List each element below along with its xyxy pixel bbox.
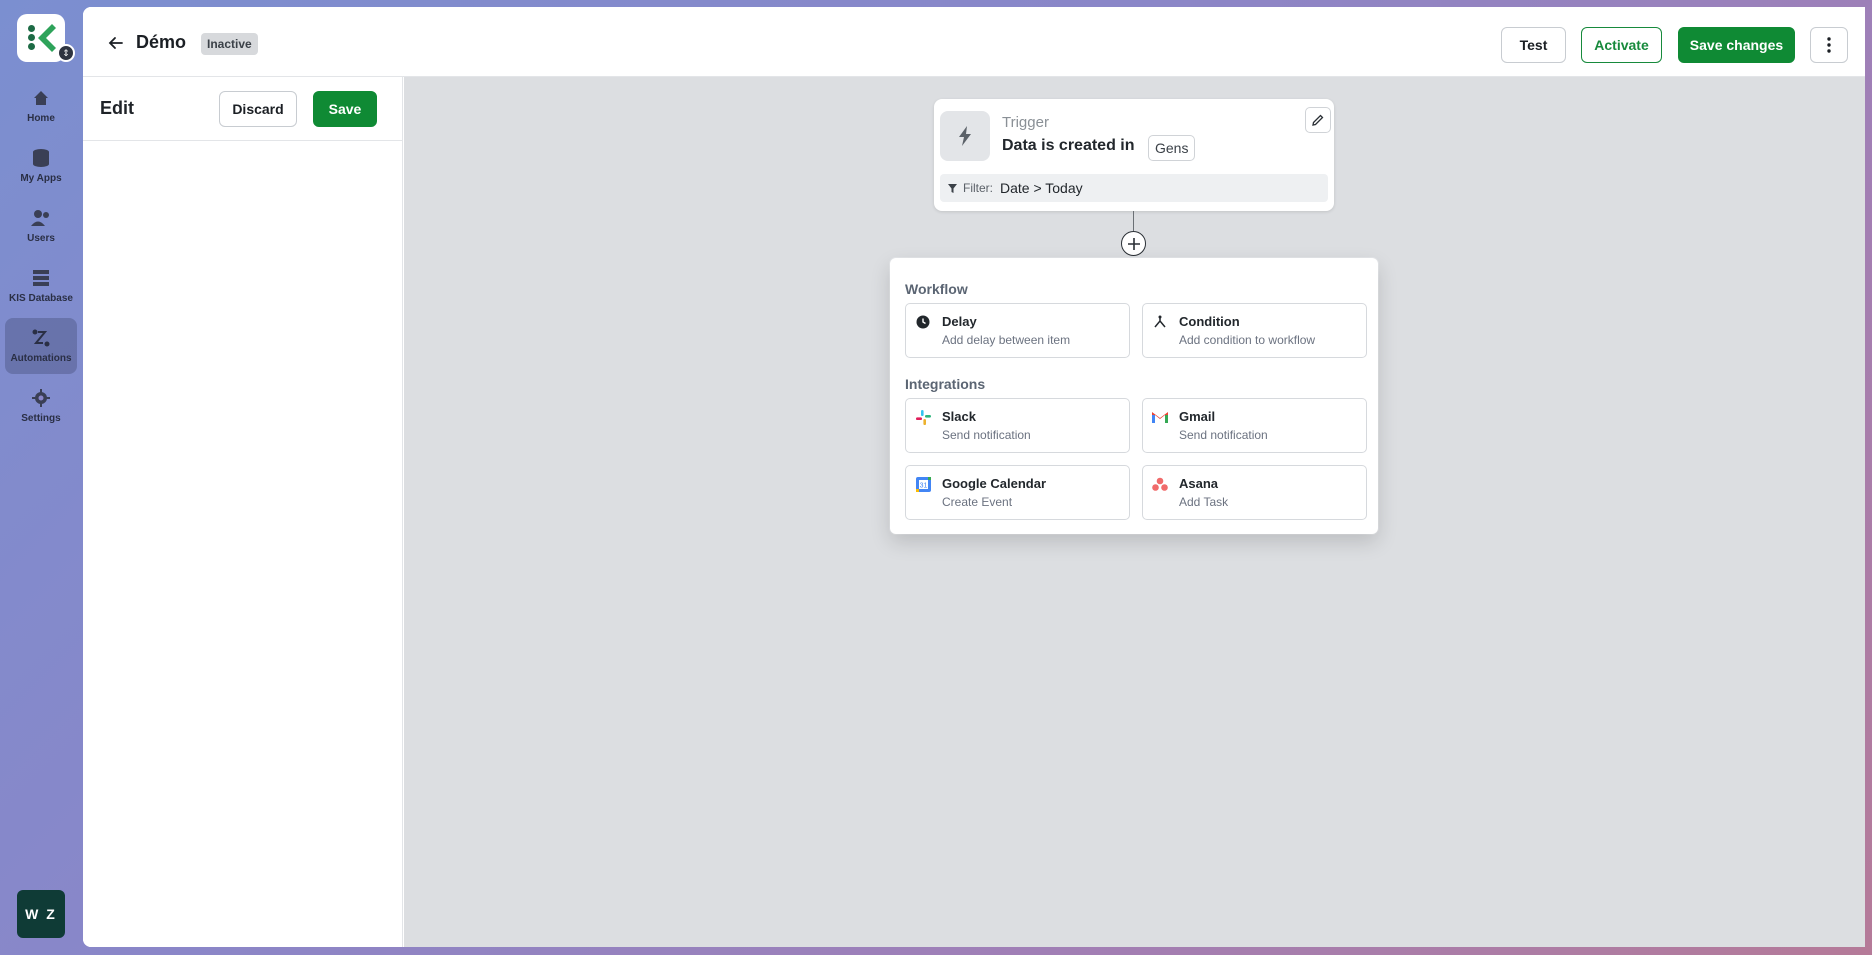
option-asana[interactable]: Asana Add Task xyxy=(1142,465,1367,520)
add-step-menu: Workflow Delay Add delay between item Co… xyxy=(890,258,1378,534)
page-title: Démo xyxy=(136,32,187,52)
status-badge: Inactive xyxy=(201,33,258,55)
edit-trigger-button[interactable] xyxy=(1305,107,1331,133)
home-icon xyxy=(31,88,51,108)
app-sidebar: ⇕ Home My Apps Users KIS Database Automa… xyxy=(0,0,82,955)
apps-icon xyxy=(31,148,51,168)
option-title: Delay xyxy=(942,314,977,329)
plus-icon xyxy=(1127,237,1140,250)
filter-bar[interactable]: Filter: Date > Today xyxy=(940,174,1328,202)
edit-panel: Edit Discard Save xyxy=(83,77,403,947)
save-button[interactable]: Save xyxy=(313,91,377,127)
sidebar-item-label: Automations xyxy=(10,353,72,364)
sidebar-item-my-apps[interactable]: My Apps xyxy=(5,138,77,194)
asana-icon xyxy=(1152,476,1168,492)
logo-icon xyxy=(28,24,56,52)
database-icon xyxy=(31,268,51,288)
automations-icon xyxy=(31,328,51,348)
option-google-calendar[interactable]: 31 Google Calendar Create Event xyxy=(905,465,1130,520)
trigger-card[interactable]: Trigger Data is created in Gens Filter: … xyxy=(934,99,1334,211)
google-calendar-icon: 31 xyxy=(915,476,931,492)
back-arrow-icon[interactable] xyxy=(108,35,124,56)
trigger-text: Data is created in xyxy=(1002,137,1135,154)
sidebar-item-label: My Apps xyxy=(20,173,62,184)
users-icon xyxy=(31,208,51,228)
edit-panel-title: Edit xyxy=(100,98,134,118)
sidebar-item-label: Settings xyxy=(21,413,61,424)
sidebar-item-kis-database[interactable]: KIS Database xyxy=(5,258,77,314)
option-gmail[interactable]: Gmail Send notification xyxy=(1142,398,1367,453)
filter-label: Filter: xyxy=(963,181,993,195)
option-title: Gmail xyxy=(1179,409,1216,424)
gear-icon xyxy=(31,388,51,408)
sidebar-item-automations[interactable]: Automations xyxy=(5,318,77,374)
gmail-icon xyxy=(1152,409,1168,425)
svg-text:31: 31 xyxy=(919,482,927,489)
option-desc: Send notification xyxy=(942,428,1031,442)
add-step-button[interactable] xyxy=(1121,231,1146,256)
option-title: Asana xyxy=(1179,476,1219,491)
workflow-section-label: Workflow xyxy=(905,281,968,297)
sidebar-item-settings[interactable]: Settings xyxy=(5,378,77,434)
option-condition[interactable]: Condition Add condition to workflow xyxy=(1142,303,1367,358)
top-bar: Démo Inactive Test Activate Save changes xyxy=(83,7,1865,77)
option-desc: Add Task xyxy=(1179,495,1229,509)
option-slack[interactable]: Slack Send notification xyxy=(905,398,1130,453)
sidebar-item-label: Users xyxy=(27,233,55,244)
sidebar-item-label: Home xyxy=(27,113,55,124)
filter-value: Date > Today xyxy=(1000,180,1083,196)
slack-icon xyxy=(915,409,931,425)
sidebar-item-label: KIS Database xyxy=(9,293,73,304)
workflow-canvas[interactable]: Trigger Data is created in Gens Filter: … xyxy=(404,77,1865,947)
activate-button[interactable]: Activate xyxy=(1581,27,1662,63)
filter-icon xyxy=(948,183,957,193)
more-vertical-icon xyxy=(1827,37,1831,53)
clock-icon xyxy=(915,314,931,330)
option-delay[interactable]: Delay Add delay between item xyxy=(905,303,1130,358)
workspace-switch-icon[interactable]: ⇕ xyxy=(57,44,75,62)
sidebar-item-home[interactable]: Home xyxy=(5,78,77,134)
trigger-label: Trigger xyxy=(1002,114,1049,131)
option-desc: Create Event xyxy=(942,495,1013,509)
avatar[interactable]: W Z xyxy=(17,890,65,938)
lightning-icon xyxy=(940,111,990,161)
option-title: Google Calendar xyxy=(942,476,1047,491)
option-desc: Add delay between item xyxy=(942,333,1071,347)
branch-icon xyxy=(1152,314,1168,330)
discard-button[interactable]: Discard xyxy=(219,91,297,127)
main-window: Démo Inactive Test Activate Save changes… xyxy=(83,7,1865,947)
save-changes-button[interactable]: Save changes xyxy=(1678,27,1795,63)
option-desc: Add condition to workflow xyxy=(1179,333,1316,347)
option-title: Condition xyxy=(1179,314,1240,329)
trigger-table-chip[interactable]: Gens xyxy=(1148,135,1196,161)
edit-panel-header: Edit Discard Save xyxy=(83,77,403,141)
connector-line xyxy=(1133,211,1134,231)
pencil-icon xyxy=(1312,114,1324,126)
option-title: Slack xyxy=(942,409,976,424)
integrations-section-label: Integrations xyxy=(905,376,986,392)
test-button[interactable]: Test xyxy=(1501,27,1566,63)
sidebar-item-users[interactable]: Users xyxy=(5,198,77,254)
more-options-button[interactable] xyxy=(1810,27,1848,63)
option-desc: Send notification xyxy=(1179,428,1268,442)
